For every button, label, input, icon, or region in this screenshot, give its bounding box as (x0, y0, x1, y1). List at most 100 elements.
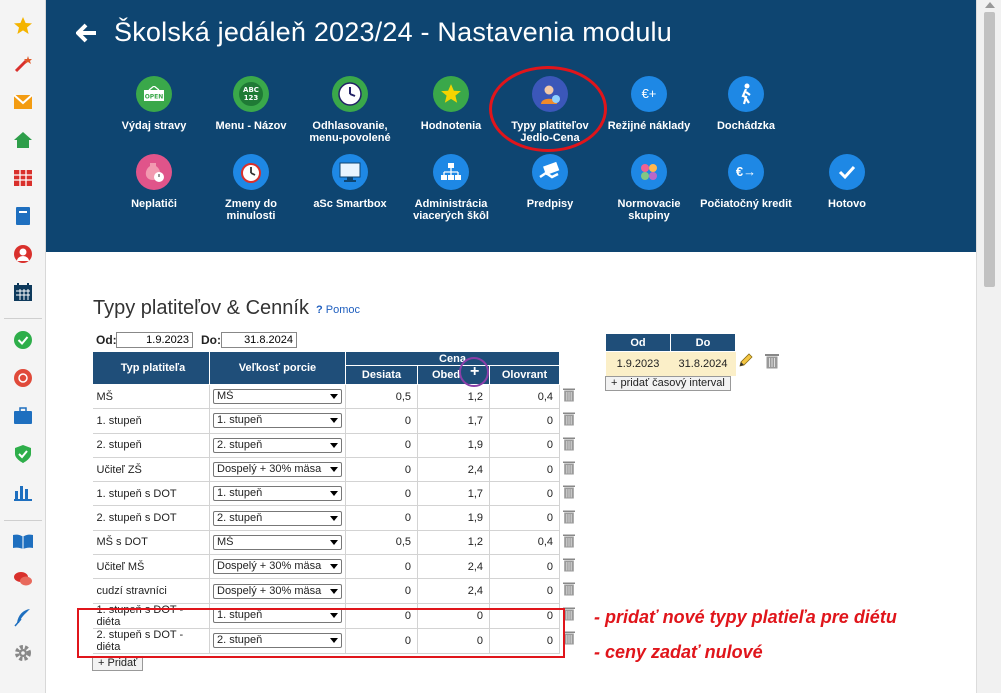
table-row[interactable]: 2. stupeň s DOT 2. stupeň 0 1,9 0 (92, 505, 560, 531)
price-obed-cell[interactable]: 1,9 (417, 505, 490, 531)
payer-type-cell[interactable]: Učiteľ MŠ (92, 554, 210, 580)
price-obed-cell[interactable]: 2,4 (417, 554, 490, 580)
pencil-edit-icon[interactable] (738, 352, 754, 373)
module-pociatocny-kredit[interactable]: €→ Počiatočný kredit (698, 154, 794, 210)
portion-size-select[interactable]: 2. stupeň (213, 437, 342, 453)
module-hotovo[interactable]: Hotovo (799, 154, 895, 210)
module-odhlasovanie[interactable]: Odhlasovanie, menu-povolené (302, 76, 398, 144)
portion-size-select[interactable]: Dospelý + 30% mäsa (213, 559, 342, 575)
check-shield-icon[interactable] (12, 329, 34, 351)
od-date-input[interactable]: 1.9.2023 (116, 332, 193, 348)
price-desiata-cell[interactable]: 0,5 (345, 530, 418, 556)
trash-icon[interactable] (563, 558, 575, 572)
table-row[interactable]: 2. stupeň 2. stupeň 0 1,9 0 (92, 433, 560, 458)
home-icon[interactable] (12, 129, 34, 151)
timetable-icon[interactable] (12, 167, 34, 189)
price-olovrant-cell[interactable]: 0 (489, 578, 560, 604)
module-asc-smartbox[interactable]: aSc Smartbox (302, 154, 398, 210)
do-date-input[interactable]: 31.8.2024 (221, 332, 297, 348)
payer-type-cell[interactable]: MŠ (92, 384, 210, 410)
book-icon[interactable] (12, 205, 34, 227)
mail-icon[interactable] (12, 91, 34, 113)
portion-size-select[interactable]: Dospelý + 30% mäsa (213, 583, 342, 599)
module-hodnotenia[interactable]: Hodnotenia (403, 76, 499, 132)
price-desiata-cell[interactable]: 0 (345, 578, 418, 604)
module-rezijne-naklady[interactable]: €+ Režijné náklady (601, 76, 697, 132)
trash-icon[interactable] (765, 353, 779, 374)
price-desiata-cell[interactable]: 0 (345, 408, 418, 434)
module-dochadzka[interactable]: Dochádzka (698, 76, 794, 132)
price-obed-cell[interactable]: 1,9 (417, 433, 490, 458)
payer-type-cell[interactable]: 1. stupeň s DOT (92, 481, 210, 507)
interval-row[interactable]: 1.9.2023 31.8.2024 (605, 351, 736, 376)
settings-gear-icon[interactable] (12, 642, 34, 664)
open-book-icon[interactable] (12, 530, 34, 552)
add-interval-button[interactable]: + pridať časový interval (605, 376, 731, 391)
table-row[interactable]: 1. stupeň 1. stupeň 0 1,7 0 (92, 408, 560, 434)
scroll-up-arrow-icon[interactable] (985, 2, 995, 8)
table-row[interactable]: 1. stupeň s DOT 1. stupeň 0 1,7 0 (92, 481, 560, 507)
add-column-button[interactable]: + (470, 363, 479, 381)
trash-icon[interactable] (563, 412, 575, 426)
price-olovrant-cell[interactable]: 0 (489, 554, 560, 580)
payer-type-cell[interactable]: cudzí stravníci (92, 578, 210, 604)
trash-icon[interactable] (563, 582, 575, 596)
calendar-icon[interactable] (12, 281, 34, 303)
portion-size-select[interactable]: MŠ (213, 534, 342, 550)
price-desiata-cell[interactable]: 0 (345, 481, 418, 507)
price-olovrant-cell[interactable]: 0 (489, 505, 560, 531)
portion-size-select[interactable]: 2. stupeň (213, 510, 342, 526)
price-desiata-cell[interactable]: 0 (345, 433, 418, 458)
price-obed-cell[interactable]: 1,2 (417, 384, 490, 410)
payer-type-cell[interactable]: 2. stupeň (92, 433, 210, 458)
module-menu-nazov[interactable]: ABC 123 Menu - Názov (203, 76, 299, 132)
price-obed-cell[interactable]: 1,2 (417, 530, 490, 556)
price-olovrant-cell[interactable]: 0 (489, 457, 560, 483)
add-row-button[interactable]: + Pridať (92, 656, 144, 671)
portion-size-select[interactable]: MŠ (213, 389, 342, 405)
price-desiata-cell[interactable]: 0 (345, 554, 418, 580)
portion-size-select[interactable]: 1. stupeň (213, 413, 342, 429)
bar-chart-icon[interactable] (12, 481, 34, 503)
table-row[interactable]: MŠ s DOT MŠ 0,5 1,2 0,4 (92, 530, 560, 556)
magic-wand-icon[interactable] (12, 53, 34, 75)
price-olovrant-cell[interactable]: 0 (489, 433, 560, 458)
payer-type-cell[interactable]: MŠ s DOT (92, 530, 210, 556)
scroll-thumb[interactable] (984, 12, 995, 287)
price-desiata-cell[interactable]: 0,5 (345, 384, 418, 410)
briefcase-icon[interactable] (12, 405, 34, 427)
price-olovrant-cell[interactable]: 0 (489, 481, 560, 507)
table-row[interactable]: Učiteľ MŠ Dospelý + 30% mäsa 0 2,4 0 (92, 554, 560, 580)
person-icon[interactable] (12, 243, 34, 265)
portion-size-select[interactable]: Dospelý + 30% mäsa (213, 462, 342, 478)
price-obed-cell[interactable]: 1,7 (417, 481, 490, 507)
star-icon[interactable] (12, 15, 34, 37)
module-zmeny-do-minulosti[interactable]: Zmeny do minulosti (203, 154, 299, 222)
price-obed-cell[interactable]: 2,4 (417, 457, 490, 483)
security-shield-icon[interactable] (12, 443, 34, 465)
trash-icon[interactable] (563, 388, 575, 402)
price-obed-cell[interactable]: 2,4 (417, 578, 490, 604)
feather-icon[interactable] (12, 606, 34, 628)
sports-icon[interactable] (12, 367, 34, 389)
price-olovrant-cell[interactable]: 0,4 (489, 384, 560, 410)
chat-icon[interactable] (12, 568, 34, 590)
price-olovrant-cell[interactable]: 0 (489, 408, 560, 434)
vertical-scrollbar[interactable] (976, 0, 1001, 693)
payer-type-cell[interactable]: 2. stupeň s DOT (92, 505, 210, 531)
trash-icon[interactable] (563, 534, 575, 548)
price-desiata-cell[interactable]: 0 (345, 505, 418, 531)
price-desiata-cell[interactable]: 0 (345, 457, 418, 483)
back-arrow-icon[interactable] (75, 22, 98, 44)
module-neplatici[interactable]: Neplatiči (106, 154, 202, 210)
module-administracia[interactable]: Administrácia viacerých škôl (403, 154, 499, 222)
trash-icon[interactable] (563, 437, 575, 451)
table-row[interactable]: MŠ MŠ 0,5 1,2 0,4 (92, 384, 560, 410)
module-normovacie-skupiny[interactable]: Normovacie skupiny (601, 154, 697, 222)
portion-size-select[interactable]: 1. stupeň (213, 486, 342, 502)
table-row[interactable]: Učiteľ ZŠ Dospelý + 30% mäsa 0 2,4 0 (92, 457, 560, 483)
price-olovrant-cell[interactable]: 0,4 (489, 530, 560, 556)
help-link[interactable]: ? Pomoc (316, 304, 360, 316)
trash-icon[interactable] (563, 485, 575, 499)
trash-icon[interactable] (563, 461, 575, 475)
